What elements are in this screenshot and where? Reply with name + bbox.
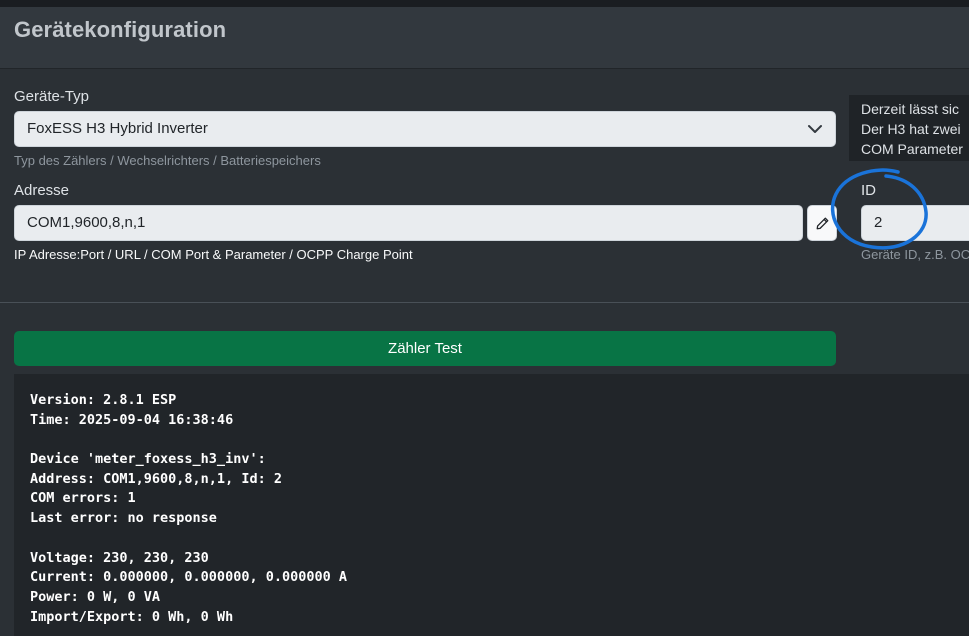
console-line: Time: 2025-09-04 16:38:46 [30, 411, 234, 428]
console-line: Current: 0.000000, 0.000000, 0.000000 A [30, 569, 347, 586]
address-help: IP Adresse:Port / URL / COM Port & Param… [14, 247, 413, 262]
address-value: COM1,9600,8,n,1 [27, 214, 146, 231]
console-line: Address: COM1,9600,8,n,1, Id: 2 [30, 470, 282, 487]
page-title: Gerätekonfiguration [14, 17, 227, 42]
console-line: COM errors: 1 [30, 490, 136, 507]
device-type-label: Geräte-Typ [14, 88, 90, 105]
id-help: Geräte ID, z.B. OC [861, 247, 969, 262]
device-type-select[interactable]: FoxESS H3 Hybrid Inverter [14, 111, 836, 147]
meter-test-button[interactable]: Zähler Test [14, 331, 836, 366]
console-line: Power: 0 W, 0 VA [30, 588, 161, 605]
console-line: Device 'meter_foxess_h3_inv': [30, 451, 266, 468]
device-type-selected-value: FoxESS H3 Hybrid Inverter [27, 120, 208, 137]
id-value: 2 [874, 214, 883, 231]
edit-address-button[interactable] [807, 205, 837, 241]
tooltip: Derzeit lässt sic Der H3 hat zwei COM Pa… [849, 95, 969, 161]
console-line: Import/Export: 0 Wh, 0 Wh [30, 608, 234, 625]
page-header: Gerätekonfiguration [0, 7, 969, 69]
address-input[interactable]: COM1,9600,8,n,1 [14, 205, 803, 241]
pencil-icon [816, 217, 828, 229]
console-line: Version: 2.8.1 ESP [30, 392, 177, 408]
chevron-down-icon [808, 125, 822, 133]
divider [0, 302, 969, 303]
top-strip [0, 0, 969, 7]
console-line: Last error: no response [30, 510, 217, 527]
address-label: Adresse [14, 182, 70, 199]
id-label: ID [861, 182, 876, 199]
tooltip-line: COM Parameter [861, 141, 963, 157]
console-line: Voltage: 230, 230, 230 [30, 549, 209, 566]
device-type-help: Typ des Zählers / Wechselrichters / Batt… [14, 153, 321, 168]
tooltip-line: Der H3 hat zwei [861, 121, 961, 137]
test-output-console: Version: 2.8.1 ESP Time: 2025-09-04 16:3… [14, 374, 969, 636]
id-input[interactable]: 2 [861, 205, 969, 241]
tooltip-line: Derzeit lässt sic [861, 101, 960, 117]
